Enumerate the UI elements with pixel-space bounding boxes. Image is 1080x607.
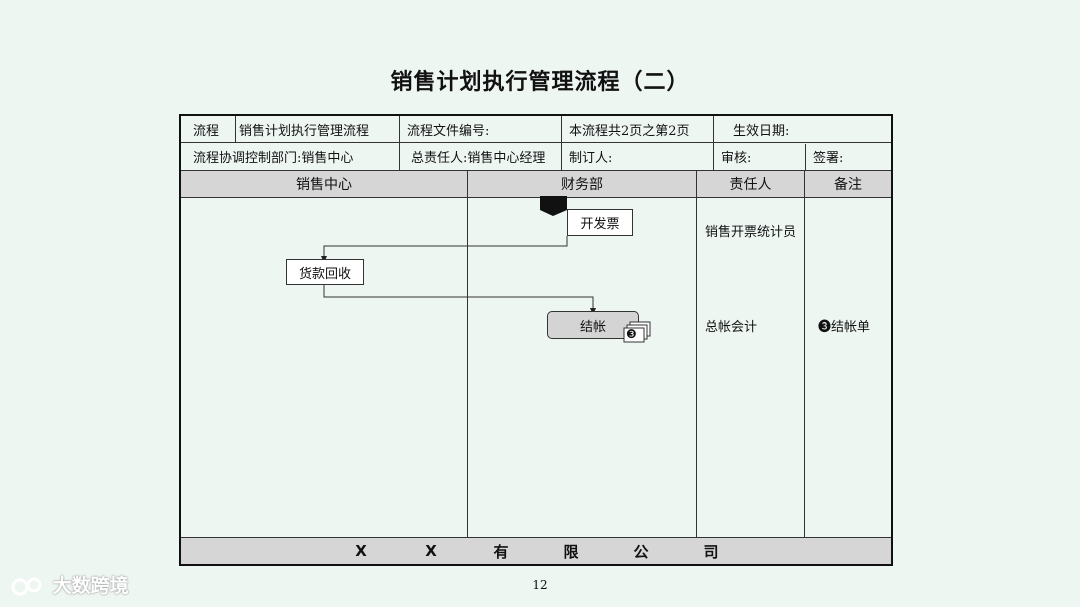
remark-settle: ❸结帐单 xyxy=(818,320,871,335)
page-number: 12 xyxy=(532,578,548,592)
document-number-badge: ❸ xyxy=(626,327,637,341)
watermark-text: 大数跨境 xyxy=(52,575,129,597)
footer-char: 有 xyxy=(493,542,509,561)
flow-connectors xyxy=(321,196,596,315)
node-invoice: 开发票 xyxy=(567,209,633,236)
responsible-invoice: 销售开票统计员 xyxy=(705,225,797,240)
footer-char: X xyxy=(425,542,437,560)
node-payment-collection: 货款回收 xyxy=(286,259,364,285)
page-title: 销售计划执行管理流程（二） xyxy=(390,70,690,95)
watermark-logo-icon xyxy=(11,577,42,595)
flowchart-frame: 流程 销售计划执行管理流程 流程文件编号: 本流程共2页之第2页 生效日期: 流… xyxy=(179,114,893,566)
footer-char: 限 xyxy=(563,542,579,561)
footer-char: 公 xyxy=(633,542,649,561)
footer-char: X xyxy=(355,542,367,560)
offpage-connector-icon xyxy=(540,196,567,216)
company-footer: X X 有 限 公 司 xyxy=(181,537,891,564)
responsible-settle: 总帐会计 xyxy=(705,320,758,335)
watermark-logo: 大数跨境 xyxy=(10,571,129,599)
footer-char: 司 xyxy=(703,542,719,561)
